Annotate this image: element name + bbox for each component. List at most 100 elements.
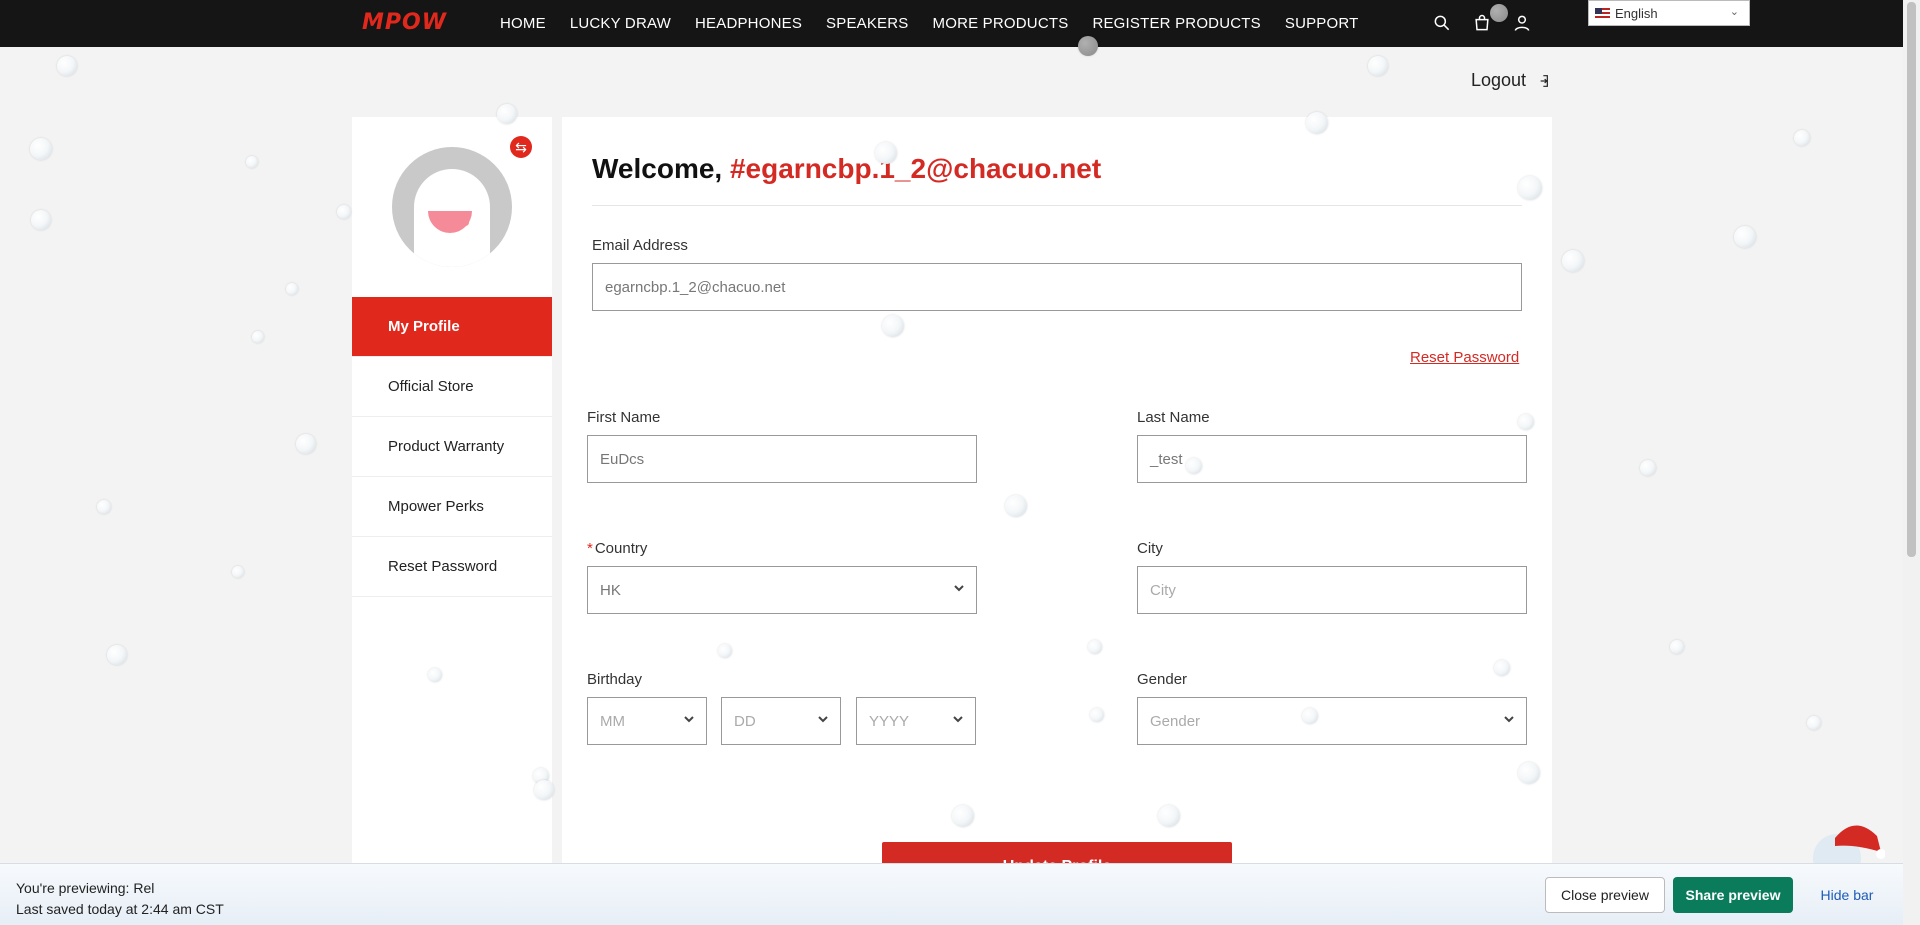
snowball	[428, 668, 442, 682]
birthday-day-select[interactable]: DD	[721, 697, 841, 745]
sidebar-item-mpower-perks[interactable]: Mpower Perks	[352, 477, 552, 537]
snowball	[534, 780, 554, 800]
snowball	[232, 566, 244, 578]
snowball	[30, 138, 52, 160]
country-label-text: Country	[594, 540, 648, 557]
snowball	[1088, 640, 1102, 654]
main-nav: HOME LUCKY DRAW HEADPHONES SPEAKERS MORE…	[500, 0, 1383, 47]
snowball	[1090, 708, 1104, 722]
snowball	[57, 56, 77, 76]
preview-line: You're previewing: Rel	[16, 878, 224, 899]
snowball	[882, 315, 904, 337]
snowball	[1368, 56, 1388, 76]
snowball	[1807, 716, 1821, 730]
us-flag-icon	[1595, 8, 1610, 18]
nav-icons	[1432, 13, 1532, 38]
chevron-down-icon	[682, 712, 696, 726]
chevron-down-icon	[951, 712, 965, 726]
birthday-year-placeholder: YYYY	[869, 712, 910, 730]
snowball	[1518, 762, 1540, 784]
city-label: City	[1137, 540, 1163, 557]
avatar	[392, 147, 512, 267]
logout-label: Logout	[1471, 70, 1527, 90]
nav-item-lucky-draw[interactable]: LUCKY DRAW	[570, 15, 671, 32]
first-name-field[interactable]: EuDcs	[587, 435, 977, 483]
preview-bar: You're previewing: Rel Last saved today …	[0, 863, 1920, 925]
required-marker: *	[587, 540, 593, 557]
nav-item-home[interactable]: HOME	[500, 15, 546, 32]
country-label: * Country	[587, 540, 647, 557]
swap-avatar-icon[interactable]: ⇆	[510, 136, 532, 158]
snowball	[1494, 660, 1510, 676]
snowball	[1078, 36, 1098, 56]
sidebar-item-reset-password[interactable]: Reset Password	[352, 537, 552, 597]
snowball	[252, 331, 264, 343]
mpow-logo[interactable]: MPOW	[362, 9, 447, 35]
page-scrollbar[interactable]	[1903, 0, 1920, 925]
snowball	[1734, 226, 1756, 248]
birthday-month-select[interactable]: MM	[587, 697, 707, 745]
snowball	[107, 645, 127, 665]
welcome-prefix: Welcome,	[592, 153, 723, 184]
nav-item-speakers[interactable]: SPEAKERS	[826, 15, 908, 32]
chevron-down-icon: ⌄	[1729, 6, 1739, 18]
share-preview-button[interactable]: Share preview	[1673, 877, 1793, 913]
snowball	[718, 644, 732, 658]
logo-text: MPOW	[362, 9, 447, 35]
first-name-label: First Name	[587, 409, 661, 426]
user-icon[interactable]	[1512, 13, 1532, 38]
birthday-month-placeholder: MM	[600, 712, 625, 730]
snowball	[1490, 4, 1508, 22]
nav-item-register-products[interactable]: REGISTER PRODUCTS	[1092, 15, 1260, 32]
last-saved-text: Last saved today at 2:44 am CST	[16, 901, 224, 917]
chevron-down-icon	[1502, 712, 1516, 726]
snowball	[1005, 495, 1027, 517]
nav-item-more-products[interactable]: MORE PRODUCTS	[933, 15, 1069, 32]
scrollbar-thumb[interactable]	[1907, 2, 1916, 557]
profile-sidebar: ⇆ My Profile Official Store Product Warr…	[352, 117, 552, 925]
sidebar-item-product-warranty[interactable]: Product Warranty	[352, 417, 552, 477]
logout-button[interactable]: Logout	[1471, 70, 1550, 91]
email-label: Email Address	[592, 237, 688, 254]
reset-password-link[interactable]: Reset Password	[1410, 349, 1519, 366]
logout-icon	[1540, 74, 1548, 87]
snowball	[1306, 112, 1328, 134]
sidebar-item-my-profile[interactable]: My Profile	[352, 297, 552, 357]
welcome-email: #egarncbp.1_2@chacuo.net	[729, 153, 1102, 184]
snowball	[296, 434, 316, 454]
gender-select[interactable]: Gender	[1137, 697, 1527, 745]
chevron-down-icon	[952, 581, 966, 595]
country-select[interactable]: HK	[587, 566, 977, 614]
search-icon[interactable]	[1432, 13, 1452, 38]
snowball	[337, 205, 351, 219]
previewing-name: Rel	[133, 880, 155, 896]
gender-label: Gender	[1137, 671, 1188, 688]
language-select[interactable]: English ⌄	[1588, 0, 1750, 26]
hide-bar-link[interactable]: Hide bar	[1812, 877, 1882, 913]
birthday-year-select[interactable]: YYYY	[856, 697, 976, 745]
cart-icon[interactable]	[1472, 13, 1492, 38]
snowball	[952, 805, 974, 827]
nav-item-headphones[interactable]: HEADPHONES	[695, 15, 802, 32]
sidebar-menu: My Profile Official Store Product Warran…	[352, 297, 552, 597]
snowball	[31, 210, 51, 230]
sidebar-item-official-store[interactable]: Official Store	[352, 357, 552, 417]
city-field[interactable]: City	[1137, 566, 1527, 614]
previewing-prefix: You're previewing:	[16, 880, 130, 896]
snowball	[875, 142, 897, 164]
country-value: HK	[600, 581, 621, 599]
profile-card: Welcome, #egarncbp.1_2@chacuo.net Email …	[562, 117, 1552, 925]
email-field[interactable]: egarncbp.1_2@chacuo.net	[592, 263, 1522, 311]
snowball	[1794, 130, 1810, 146]
birthday-day-placeholder: DD	[734, 712, 756, 730]
snowball	[97, 500, 111, 514]
snowball	[1518, 176, 1542, 200]
nav-item-support[interactable]: SUPPORT	[1285, 15, 1359, 32]
snowball	[1670, 640, 1684, 654]
language-selected: English	[1615, 5, 1658, 21]
snowball	[1186, 458, 1202, 474]
santa-decoration-icon	[1813, 825, 1885, 868]
page-title: Welcome, #egarncbp.1_2@chacuo.net	[592, 153, 1101, 185]
close-preview-button[interactable]: Close preview	[1545, 877, 1665, 913]
chevron-down-icon	[816, 712, 830, 726]
